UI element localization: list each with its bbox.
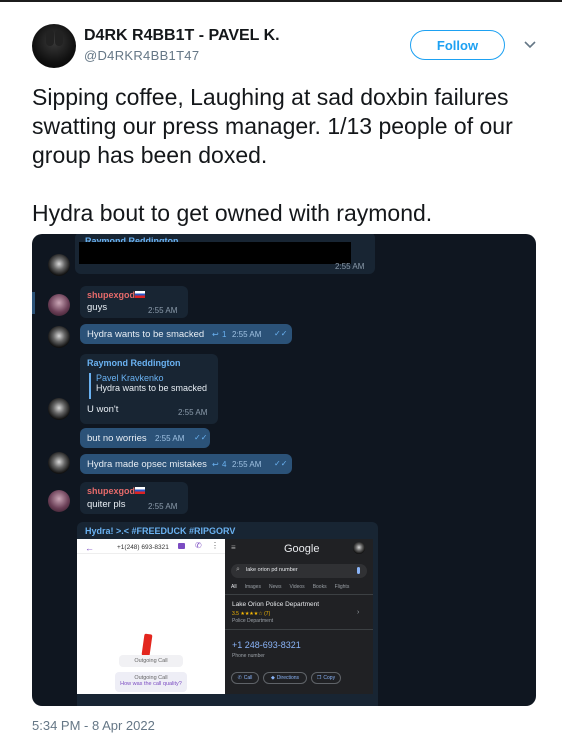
avatar[interactable] bbox=[48, 294, 70, 316]
double-check-icon: ✓✓ bbox=[274, 459, 288, 468]
google-logo: Google bbox=[284, 543, 320, 555]
phone-label: Phone number bbox=[232, 653, 265, 659]
copy-button[interactable]: ❐ Copy bbox=[311, 672, 341, 684]
flag-icon bbox=[135, 487, 145, 494]
call-log-screenshot[interactable]: ← +1(248) 693-8321 ✆ ⋮ Outgoing Call Out… bbox=[77, 539, 225, 694]
search-input[interactable]: ⌕ lake orion pd number bbox=[231, 564, 367, 578]
phone-number: +1(248) 693-8321 bbox=[117, 544, 169, 551]
avatar[interactable] bbox=[48, 398, 70, 420]
quote-text: Hydra wants to be smacked bbox=[96, 383, 208, 393]
directions-label: Directions bbox=[276, 675, 300, 681]
tweet-text: Sipping coffee, Laughing at sad doxbin f… bbox=[32, 84, 513, 226]
directions-icon: ◆ bbox=[270, 675, 275, 681]
top-border bbox=[0, 0, 562, 2]
video-icon bbox=[178, 543, 185, 549]
tab-images[interactable]: Images bbox=[245, 584, 261, 590]
call-quality-link[interactable]: How was the call quality? bbox=[115, 681, 187, 687]
chat-message: shupexgod guys 2:55 AM bbox=[80, 286, 188, 318]
reply-icon: ↩ bbox=[212, 460, 219, 469]
sender-name: Raymond Reddington bbox=[87, 358, 181, 368]
message-text: Hydra wants to be smacked bbox=[87, 329, 205, 340]
follow-button[interactable]: Follow bbox=[410, 30, 505, 60]
tab-flights[interactable]: Flights bbox=[335, 584, 350, 590]
tab-books[interactable]: Books bbox=[313, 584, 327, 590]
double-check-icon: ✓✓ bbox=[274, 329, 288, 338]
message-time: 2:55 AM bbox=[148, 306, 178, 315]
outgoing-label: Outgoing Call bbox=[134, 658, 168, 664]
back-arrow-icon: ← bbox=[85, 543, 94, 553]
chat-message: Hydra wants to be smacked ↩ 1 2:55 AM ✓✓ bbox=[80, 324, 292, 344]
redaction-block bbox=[79, 242, 351, 264]
search-icon: ⌕ bbox=[236, 566, 240, 573]
tweet-media[interactable]: Raymond Reddington 2:55 AM shupexgod guy… bbox=[32, 234, 536, 706]
sender-name: shupexgod bbox=[87, 290, 136, 300]
message-time: 2:55 AM bbox=[148, 502, 178, 511]
sender-name: shupexgod bbox=[87, 486, 136, 496]
unread-marker bbox=[32, 292, 35, 314]
call-entry: Outgoing Call bbox=[119, 655, 183, 667]
message-text: quiter pls bbox=[87, 499, 126, 510]
quote-name: Pavel Kravkenko bbox=[96, 373, 164, 383]
google-search-screenshot[interactable]: ≡ Google ⌕ lake orion pd number All Imag… bbox=[225, 539, 373, 694]
chevron-right-icon: › bbox=[357, 609, 360, 616]
avatar[interactable] bbox=[48, 490, 70, 512]
chat-message: but no worries 2:55 AM ✓✓ bbox=[80, 428, 210, 448]
phone-icon: ✆ bbox=[195, 541, 202, 550]
redaction-scribble bbox=[141, 633, 153, 657]
message-caption: Hydra! >.< #FREEDUCK #RIPGORV bbox=[85, 526, 236, 536]
avatar[interactable] bbox=[48, 452, 70, 474]
search-query: lake orion pd number bbox=[246, 567, 298, 573]
double-check-icon: ✓✓ bbox=[194, 433, 208, 442]
chat-message: shupexgod quiter pls 2:55 AM bbox=[80, 482, 188, 514]
message-time: 2:55 AM bbox=[178, 408, 208, 417]
message-time: 2:55 AM bbox=[232, 460, 262, 469]
avatar[interactable] bbox=[48, 326, 70, 348]
divider bbox=[225, 594, 373, 595]
chat-message: Raymond Reddington Pavel Kravkenko Hydra… bbox=[80, 354, 218, 424]
display-name[interactable]: D4RK R4BB1T - PAVEL K. bbox=[84, 27, 280, 45]
flag-icon bbox=[135, 291, 145, 298]
call-entry[interactable]: Outgoing Call How was the call quality? bbox=[115, 672, 187, 692]
call-button[interactable]: ✆ Call bbox=[231, 672, 259, 684]
tab-videos[interactable]: Videos bbox=[289, 584, 304, 590]
tweet-timestamp[interactable]: 5:34 PM - 8 Apr 2022 bbox=[32, 718, 155, 733]
tab-all[interactable]: All bbox=[231, 584, 237, 590]
more-icon: ⋮ bbox=[211, 541, 219, 550]
phone-result[interactable]: +1 248-693-8321 bbox=[232, 640, 301, 650]
search-tabs: All Images News Videos Books Flights bbox=[231, 584, 367, 590]
avatar[interactable] bbox=[353, 542, 365, 554]
message-time: 2:55 AM bbox=[232, 330, 262, 339]
message-time: 2:55 AM bbox=[155, 434, 185, 443]
divider bbox=[225, 629, 373, 630]
reply-quote: Pavel Kravkenko Hydra wants to be smacke… bbox=[89, 373, 213, 399]
message-text: Hydra made opsec mistakes bbox=[87, 459, 207, 470]
avatar[interactable] bbox=[48, 254, 70, 276]
chevron-down-icon[interactable] bbox=[522, 36, 538, 52]
user-handle[interactable]: @D4RKR4BB1T47 bbox=[84, 48, 199, 63]
tab-news[interactable]: News bbox=[269, 584, 282, 590]
avatar[interactable] bbox=[32, 24, 76, 68]
chat-message: Hydra made opsec mistakes ↩ 4 2:55 AM ✓✓ bbox=[80, 454, 292, 474]
place-category: Police Department bbox=[232, 618, 274, 624]
place-title[interactable]: Lake Orion Police Department bbox=[232, 601, 319, 608]
rabbit-ear-icon bbox=[55, 30, 63, 46]
menu-icon: ≡ bbox=[231, 543, 236, 552]
message-text: guys bbox=[87, 302, 108, 313]
directions-button[interactable]: ◆ Directions bbox=[263, 672, 307, 684]
copy-icon: ❐ bbox=[316, 675, 322, 681]
chat-message: Raymond Reddington 2:55 AM bbox=[75, 234, 375, 274]
reply-icon: ↩ bbox=[212, 330, 219, 339]
message-text: U won't bbox=[87, 404, 119, 415]
call-label: Call bbox=[243, 675, 253, 681]
mic-icon bbox=[357, 567, 360, 574]
rabbit-ear-icon bbox=[46, 30, 54, 46]
copy-label: Copy bbox=[323, 675, 336, 681]
message-time: 2:55 AM bbox=[335, 262, 365, 271]
divider bbox=[77, 553, 225, 554]
reply-count: 1 bbox=[222, 330, 227, 339]
reply-count: 4 bbox=[222, 460, 227, 469]
message-text: but no worries bbox=[87, 433, 147, 444]
call-icon: ✆ bbox=[237, 675, 242, 681]
place-rating: 3.5 ★★★★☆ (7) bbox=[232, 611, 271, 617]
